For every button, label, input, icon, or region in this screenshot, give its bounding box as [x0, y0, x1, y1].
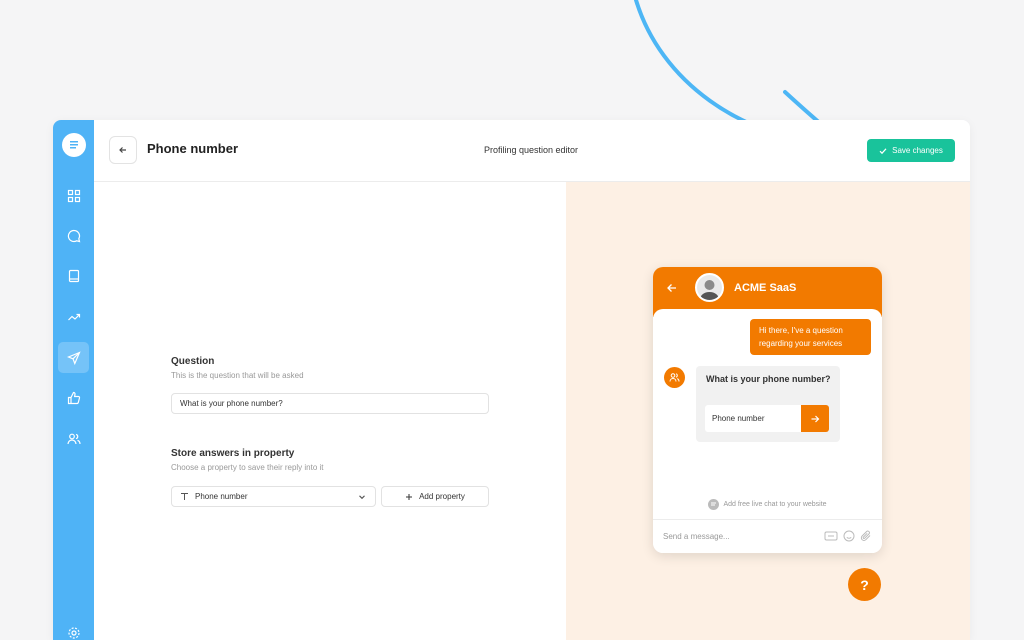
chat-bubble-icon — [67, 229, 80, 242]
question-card: What is your phone number? Phone number — [696, 366, 840, 442]
editor-pane: Question This is the question that will … — [94, 182, 566, 640]
user-message-bubble: Hi there, I've a question regarding your… — [750, 319, 871, 355]
sidebar-item-campaigns[interactable] — [58, 342, 89, 373]
gif-icon[interactable] — [824, 530, 838, 542]
editor-title: Profiling question editor — [484, 145, 579, 155]
header: Phone number Profiling question editor S… — [94, 120, 970, 182]
thumbs-up-icon — [67, 391, 80, 404]
preview-pane: ACME SaaS Hi there, I've a question rega… — [566, 182, 970, 640]
gear-icon — [67, 626, 80, 639]
chat-logo-small-icon — [708, 499, 720, 510]
check-icon — [879, 147, 887, 154]
users-icon — [66, 433, 81, 444]
trend-icon — [67, 313, 80, 320]
page-title: Phone number — [147, 141, 239, 156]
arrow-right-icon — [811, 415, 820, 422]
text-type-icon — [181, 493, 188, 500]
chat-composer: Send a message... — [653, 519, 882, 553]
composer-icons — [824, 530, 872, 542]
chat-widget-preview: ACME SaaS Hi there, I've a question rega… — [653, 267, 882, 553]
grid-icon — [67, 189, 80, 202]
arrow-left-icon — [119, 147, 126, 153]
add-property-button[interactable]: Add property — [381, 486, 489, 507]
save-changes-button[interactable]: Save changes — [867, 139, 955, 162]
chat-logo-icon[interactable] — [62, 133, 86, 157]
bot-avatar-icon — [664, 367, 685, 388]
save-changes-label: Save changes — [892, 146, 943, 155]
answer-input[interactable]: Phone number — [705, 405, 801, 432]
help-button[interactable]: ? — [848, 568, 881, 601]
property-select[interactable]: Phone number — [171, 486, 376, 507]
sidebar-item-feedback[interactable] — [58, 382, 89, 413]
question-hint: This is the question that will be asked — [171, 371, 304, 380]
app-window: Phone number Profiling question editor S… — [53, 120, 970, 640]
store-answers-label: Store answers in property — [171, 448, 295, 459]
sidebar-item-conversations[interactable] — [58, 220, 89, 251]
sidebar — [53, 120, 94, 640]
chevron-down-icon — [359, 495, 365, 500]
agent-avatar — [695, 273, 724, 302]
property-selected-value: Phone number — [195, 492, 248, 501]
powered-by-link[interactable]: Add free live chat to your website — [653, 499, 882, 510]
sidebar-item-contacts[interactable] — [58, 423, 89, 454]
company-name: ACME SaaS — [734, 282, 797, 294]
chat-back-icon[interactable] — [666, 282, 678, 294]
question-label: Question — [171, 356, 215, 367]
sidebar-item-dashboard[interactable] — [58, 180, 89, 211]
attachment-icon[interactable] — [860, 530, 872, 542]
sidebar-item-knowledge[interactable] — [58, 260, 89, 291]
question-input[interactable]: What is your phone number? — [171, 393, 489, 414]
message-input[interactable]: Send a message... — [663, 532, 730, 541]
back-button[interactable] — [109, 136, 137, 164]
add-property-label: Add property — [419, 492, 465, 501]
plus-icon — [406, 493, 413, 500]
sidebar-item-analytics[interactable] — [58, 301, 89, 332]
emoji-icon[interactable] — [843, 530, 855, 542]
sidebar-item-settings[interactable] — [58, 617, 89, 640]
powered-by-text: Add free live chat to your website — [723, 501, 827, 508]
chat-messages: Hi there, I've a question regarding your… — [653, 309, 882, 519]
book-icon — [68, 269, 79, 282]
send-icon — [66, 350, 81, 365]
store-answers-hint: Choose a property to save their reply in… — [171, 463, 324, 472]
question-text: What is your phone number? — [706, 374, 831, 384]
answer-send-button[interactable] — [801, 405, 829, 432]
